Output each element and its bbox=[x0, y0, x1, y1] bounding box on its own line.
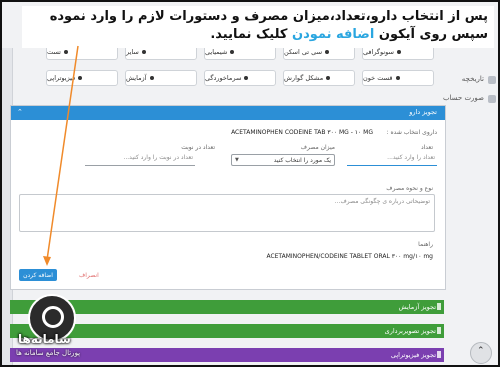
chevron-up-icon: ⌃ bbox=[477, 346, 485, 356]
logo-subtitle: پورتال جامع سامانه ها bbox=[16, 349, 81, 357]
logo-mark-icon bbox=[42, 306, 64, 328]
scroll-up-button[interactable]: ⌃ bbox=[470, 342, 492, 364]
logo-name: سامانه‌ها bbox=[18, 332, 71, 346]
arrow-line bbox=[46, 45, 79, 261]
annotation-arrow bbox=[43, 45, 79, 266]
arrow-head bbox=[43, 256, 51, 266]
screenshot-frame: تاریخچه صورت حساب تست سایر شیمیایی سی تی… bbox=[0, 0, 500, 367]
